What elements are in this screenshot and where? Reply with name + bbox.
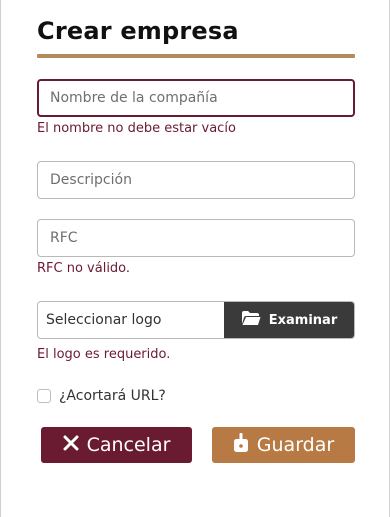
shorten-url-option[interactable]: ¿Acortará URL? xyxy=(37,388,166,404)
browse-button-label: Examinar xyxy=(268,312,338,328)
company-name-input[interactable] xyxy=(37,79,355,117)
logo-error: El logo es requerido. xyxy=(37,347,171,362)
cancel-button-label: Cancelar xyxy=(86,434,171,456)
shorten-url-checkbox[interactable] xyxy=(37,389,51,403)
rfc-error: RFC no válido. xyxy=(37,261,131,276)
close-icon xyxy=(63,434,79,456)
rfc-input[interactable] xyxy=(37,219,355,257)
description-input[interactable] xyxy=(37,161,355,199)
title-underline xyxy=(37,54,355,58)
save-icon xyxy=(233,432,249,458)
shorten-url-label: ¿Acortará URL? xyxy=(59,388,166,404)
window-left-border xyxy=(0,0,1,517)
browse-button[interactable]: Examinar xyxy=(224,302,354,338)
save-button-label: Guardar xyxy=(256,434,335,456)
company-name-error: El nombre no debe estar vacío xyxy=(37,121,236,136)
logo-file-input[interactable]: Seleccionar logo Examinar xyxy=(37,301,355,339)
save-button[interactable]: Guardar xyxy=(212,427,355,463)
folder-open-icon xyxy=(241,310,261,330)
logo-file-text: Seleccionar logo xyxy=(46,312,162,328)
cancel-button[interactable]: Cancelar xyxy=(41,427,192,463)
page-title: Crear empresa xyxy=(37,17,239,45)
